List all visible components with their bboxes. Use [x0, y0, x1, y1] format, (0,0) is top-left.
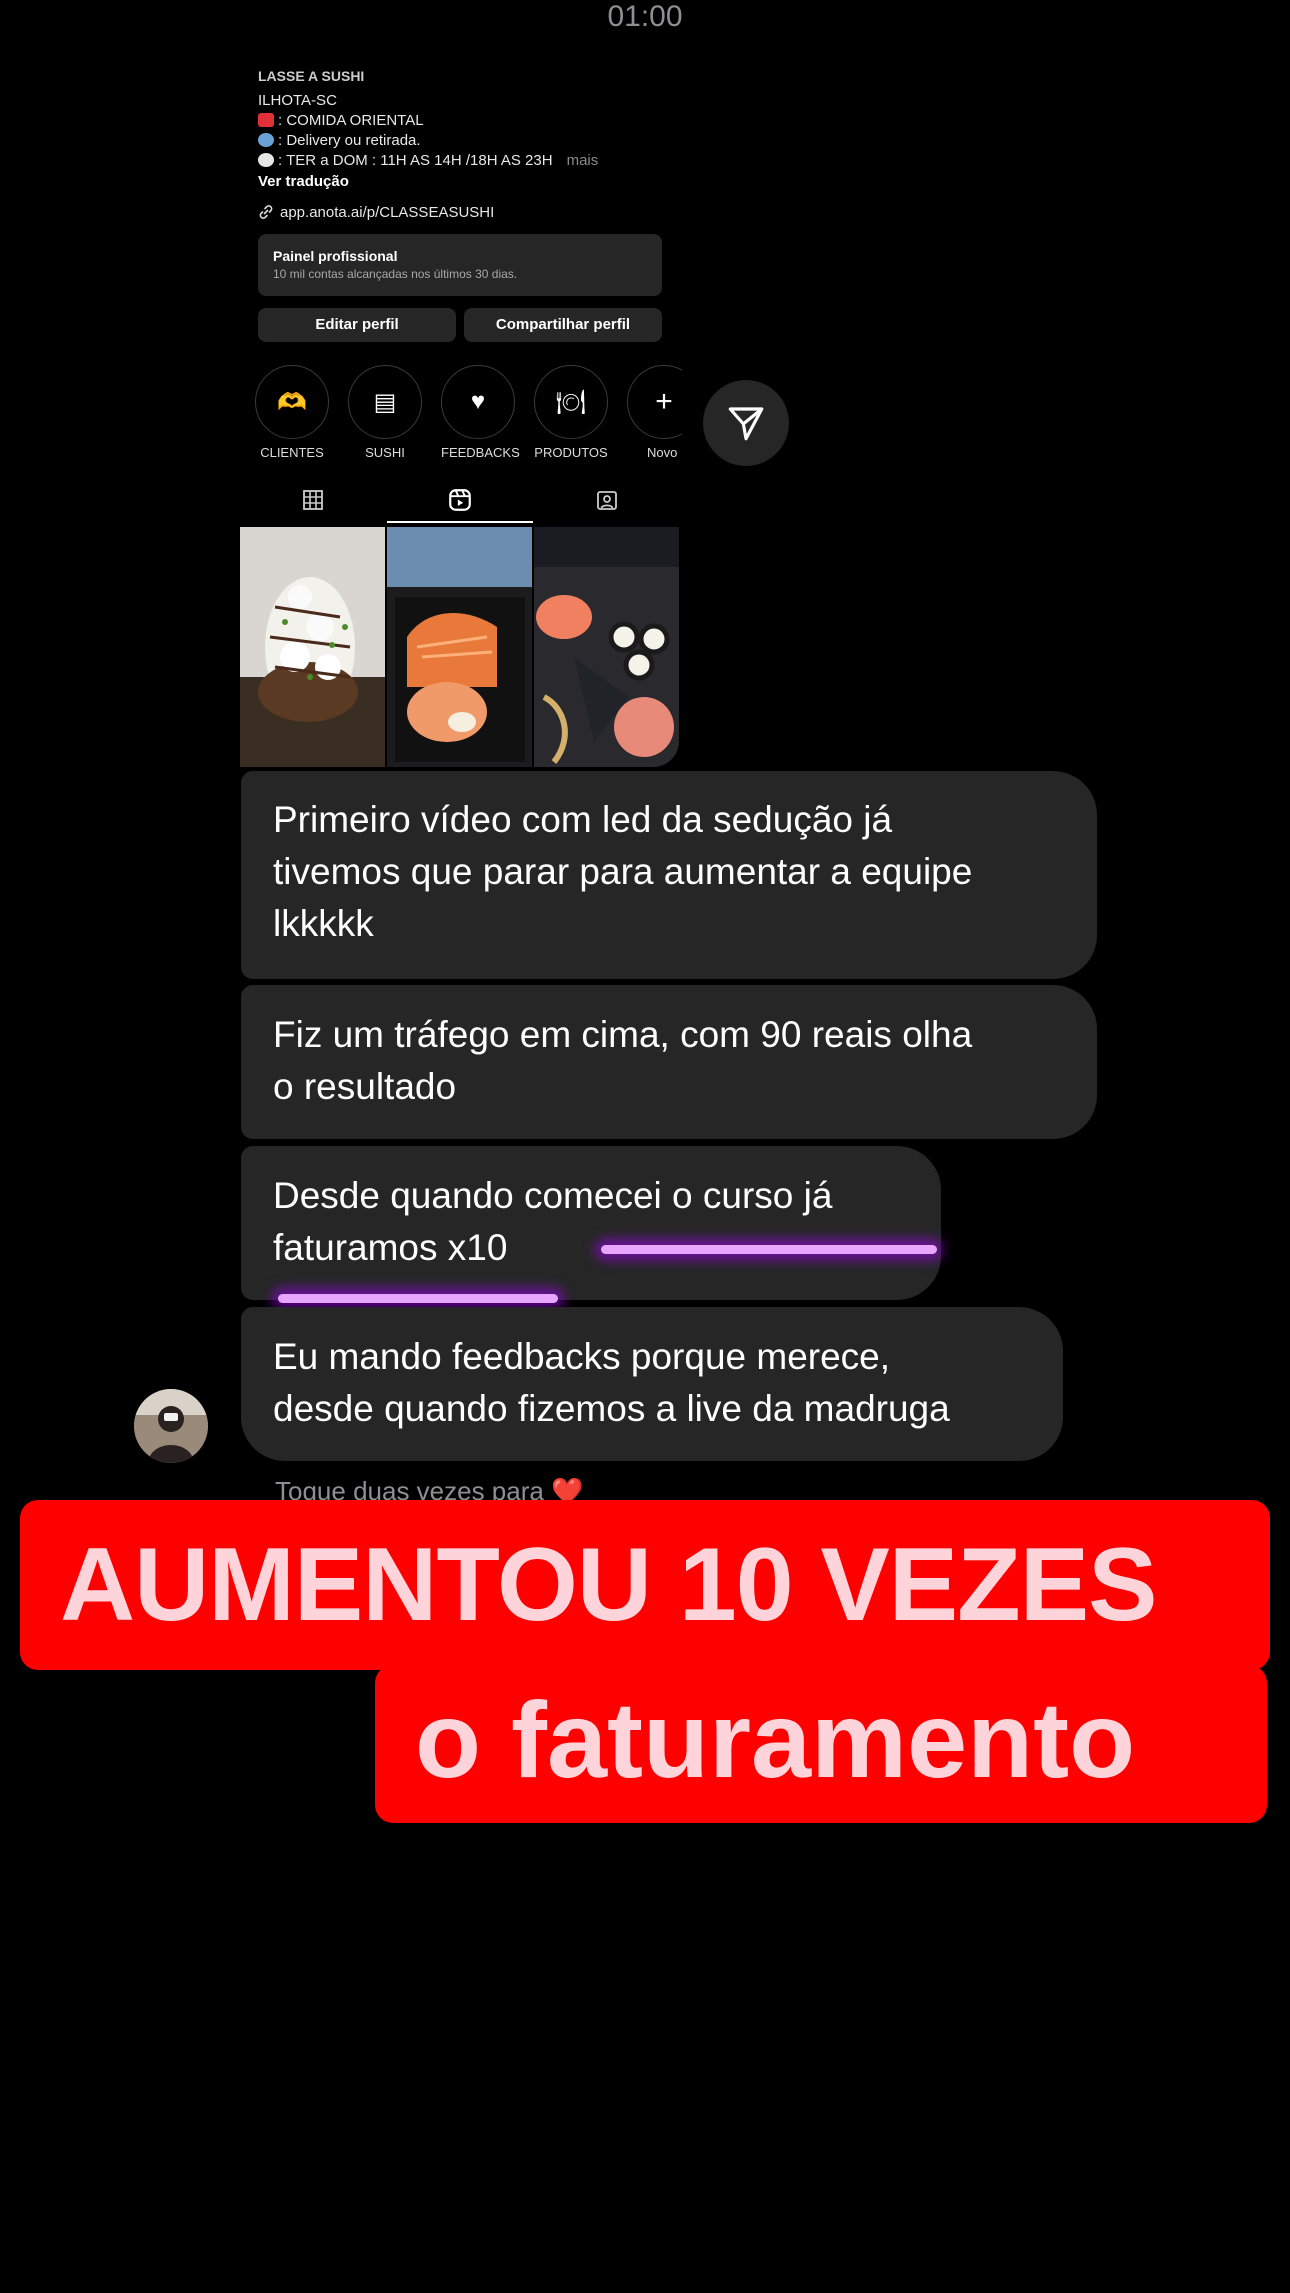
message-line: Fiz um tráfego em cima, com 90 reais olh…	[273, 1014, 973, 1055]
highlight-new[interactable]: + Novo	[627, 365, 682, 460]
highlight-sushi[interactable]: ▤ SUSHI	[348, 365, 422, 460]
message-line: tivemos que parar para aumentar a equipe	[273, 851, 973, 892]
tab-grid[interactable]	[240, 482, 386, 518]
message-line: Desde quando comecei o curso já	[273, 1175, 833, 1216]
reel-thumbnail-3[interactable]	[534, 527, 679, 767]
edit-profile-button[interactable]: Editar perfil	[258, 308, 456, 342]
message-line: o resultado	[273, 1066, 457, 1107]
paper-plane-icon	[728, 407, 764, 441]
clock-emoji-icon	[258, 153, 274, 167]
share-profile-button[interactable]: Compartilhar perfil	[464, 308, 662, 342]
message-line: Primeiro vídeo com led da sedução já	[273, 799, 893, 840]
profile-link[interactable]: app.anota.ai/p/CLASSEASUSHI	[258, 204, 494, 221]
bio-line-hours: : TER a DOM : 11H AS 14H /18H AS 23H mais	[258, 152, 598, 169]
panel-subtitle: 10 mil contas alcançadas nos últimos 30 …	[273, 267, 518, 281]
avatar-photo	[134, 1389, 208, 1463]
bio-line-cuisine: : COMIDA ORIENTAL	[258, 112, 424, 129]
hands-heart-icon: 🫶	[255, 365, 329, 439]
delivery-emoji-icon	[258, 133, 274, 147]
highlight-produtos[interactable]: 🍽 PRODUTOS	[534, 365, 608, 460]
share-send-button[interactable]	[703, 380, 789, 466]
tab-reels[interactable]	[387, 482, 533, 518]
panel-title: Painel profissional	[273, 248, 398, 264]
highlight-underline	[278, 1294, 558, 1303]
message-line: desde quando fizemos a live da madruga	[273, 1388, 950, 1429]
highlight-feedbacks[interactable]: ♥ FEEDBACKS	[441, 365, 520, 460]
tagged-icon	[597, 491, 617, 510]
reels-icon	[449, 489, 471, 511]
cuisine-emoji-icon	[258, 113, 274, 127]
link-icon	[259, 205, 273, 219]
heart-icon: ♥	[441, 365, 515, 439]
bio-line-delivery: : Delivery ou retirada.	[258, 132, 421, 149]
message-bubble[interactable]: Primeiro vídeo com led da sedução já tiv…	[241, 771, 1097, 979]
menu-icon: ▤	[348, 365, 422, 439]
highlight-clientes[interactable]: 🫶 CLIENTES	[255, 365, 329, 460]
reel-thumbnail-2[interactable]	[387, 527, 532, 767]
shared-profile-preview[interactable]: LASSE A SUSHI ILHOTA-SC : COMIDA ORIENTA…	[240, 68, 682, 767]
sushi-rolls-photo	[240, 527, 385, 767]
message-bubble[interactable]: Eu mando feedbacks porque merece, desde …	[241, 1307, 1063, 1461]
profile-name-partial: LASSE A SUSHI	[258, 68, 365, 84]
professional-dashboard[interactable]: Painel profissional 10 mil contas alcanç…	[258, 234, 662, 296]
active-tab-indicator	[387, 521, 533, 523]
dish-icon: 🍽	[534, 365, 608, 439]
message-line: lkkkkk	[273, 903, 374, 944]
caption-banner-line2: o faturamento	[375, 1665, 1267, 1823]
sushi-platter-photo	[534, 527, 679, 767]
tab-tagged[interactable]	[534, 482, 680, 518]
profile-location: ILHOTA-SC	[258, 92, 337, 109]
message-line: Eu mando feedbacks porque merece,	[273, 1336, 891, 1377]
translate-link[interactable]: Ver tradução	[258, 173, 349, 190]
salmon-box-photo	[387, 527, 532, 767]
plus-icon: +	[627, 365, 682, 439]
more-link[interactable]: mais	[567, 152, 599, 169]
reel-thumbnail-1[interactable]	[240, 527, 385, 767]
message-bubble[interactable]: Fiz um tráfego em cima, com 90 reais olh…	[241, 985, 1097, 1139]
highlight-underline	[601, 1245, 937, 1254]
caption-banner-line1: AUMENTOU 10 VEZES	[20, 1500, 1270, 1670]
message-bubble[interactable]: Desde quando comecei o curso já faturamo…	[241, 1146, 941, 1300]
avatar[interactable]	[134, 1389, 208, 1463]
status-bar-time: 01:00	[607, 0, 683, 33]
grid-icon	[303, 490, 323, 510]
